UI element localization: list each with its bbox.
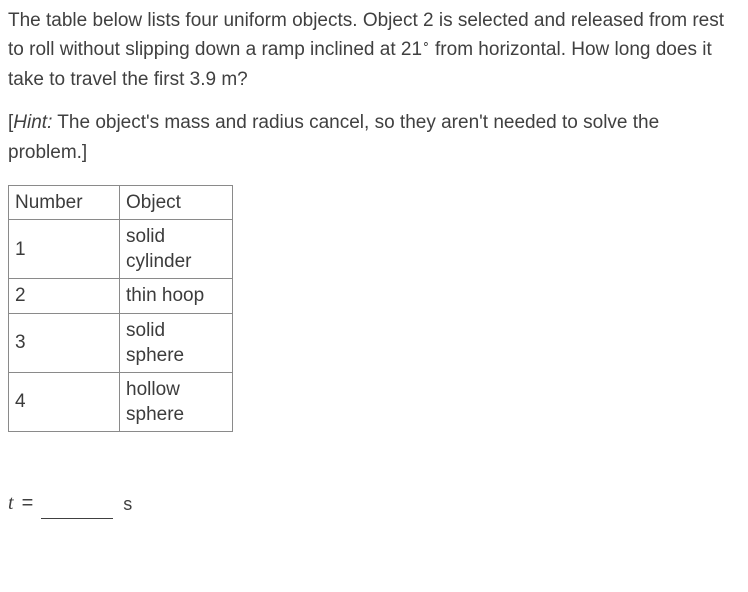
degree-symbol: ∘ bbox=[422, 37, 430, 51]
cell-num: 3 bbox=[9, 313, 120, 372]
table-row: 1 solid cylinder bbox=[9, 220, 233, 279]
equals-sign: = bbox=[22, 488, 34, 519]
cell-obj: solid cylinder bbox=[120, 220, 233, 279]
table-row: 2 thin hoop bbox=[9, 279, 233, 313]
cell-obj: solid sphere bbox=[120, 313, 233, 372]
answer-blank[interactable] bbox=[41, 497, 113, 519]
hint-label: Hint: bbox=[13, 112, 52, 133]
header-object: Object bbox=[120, 186, 233, 220]
cell-obj: hollow sphere bbox=[120, 372, 233, 431]
answer-unit: s bbox=[123, 491, 132, 519]
problem-container: The table below lists four uniform objec… bbox=[0, 0, 748, 527]
answer-variable: t bbox=[8, 488, 14, 519]
hint-text: The object's mass and radius cancel, so … bbox=[8, 112, 659, 162]
table-row: 3 solid sphere bbox=[9, 313, 233, 372]
objects-table: Number Object 1 solid cylinder 2 thin ho… bbox=[8, 185, 233, 432]
answer-row: t = s bbox=[8, 488, 740, 519]
problem-statement: The table below lists four uniform objec… bbox=[8, 6, 740, 94]
cell-obj: thin hoop bbox=[120, 279, 233, 313]
hint: [Hint: The object's mass and radius canc… bbox=[8, 108, 740, 167]
cell-num: 4 bbox=[9, 372, 120, 431]
cell-num: 2 bbox=[9, 279, 120, 313]
cell-num: 1 bbox=[9, 220, 120, 279]
table-header-row: Number Object bbox=[9, 186, 233, 220]
table-row: 4 hollow sphere bbox=[9, 372, 233, 431]
header-number: Number bbox=[9, 186, 120, 220]
